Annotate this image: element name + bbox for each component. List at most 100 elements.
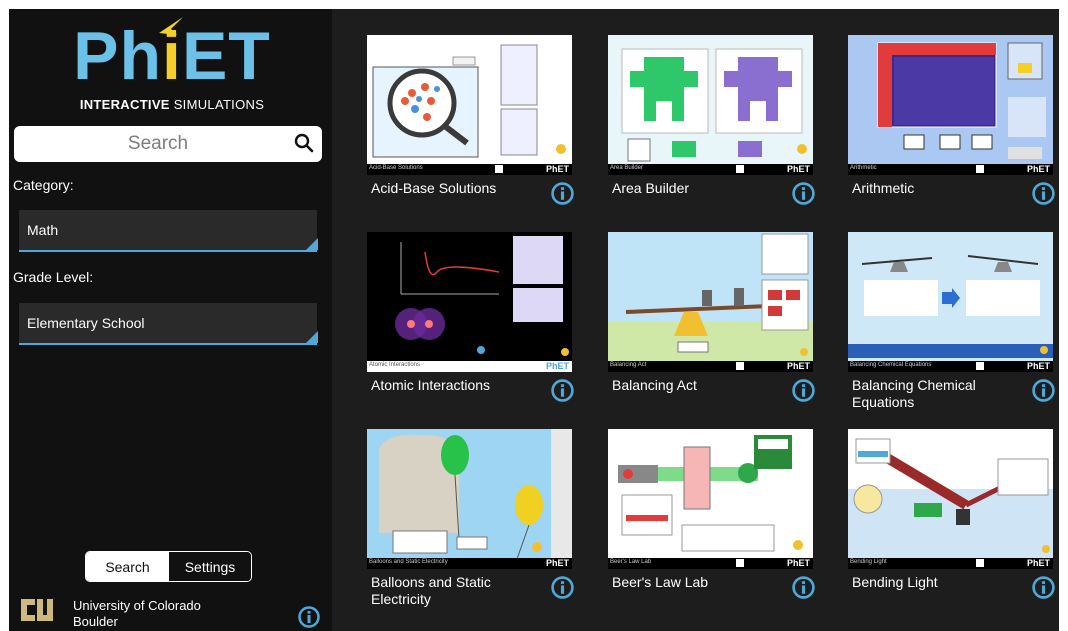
sim-preview-image bbox=[367, 232, 572, 372]
phet-mini-logo: PhET bbox=[1026, 164, 1050, 174]
phet-mini-logo: PhET bbox=[545, 164, 569, 174]
category-select[interactable]: Math bbox=[19, 210, 318, 252]
info-icon[interactable] bbox=[298, 606, 320, 628]
sim-card-atomic-interactions[interactable]: Atomic Interactions PhET Atomic Interact… bbox=[367, 232, 602, 422]
sim-thumbnail[interactable]: Acid-Base Solutions PhET bbox=[367, 35, 572, 175]
sim-card-area-builder[interactable]: Area Builder PhET Area Builder bbox=[608, 35, 843, 225]
phet-mini-logo: PhET bbox=[786, 361, 810, 371]
search-icon[interactable] bbox=[294, 133, 314, 153]
phet-mini-logo: PhET bbox=[1026, 361, 1050, 371]
sim-card-bending-light[interactable]: Bending Light PhET Bending Light bbox=[848, 429, 1059, 619]
sim-thumbnail[interactable]: Bending Light PhET bbox=[848, 429, 1053, 569]
grade-label: Grade Level: bbox=[13, 269, 94, 285]
home-icon bbox=[976, 165, 984, 173]
sim-preview-image bbox=[608, 429, 813, 569]
sim-navbar: Balloons and Static Electricity PhET bbox=[367, 558, 572, 569]
sim-title[interactable]: Area Builder bbox=[612, 180, 787, 197]
sim-card-balancing-act[interactable]: Balancing Act PhET Balancing Act bbox=[608, 232, 843, 422]
sim-preview-image bbox=[848, 429, 1053, 569]
university-logo-icon bbox=[21, 599, 53, 621]
phet-mini-logo: PhET bbox=[545, 361, 569, 371]
sim-preview-image bbox=[608, 232, 813, 372]
info-icon[interactable] bbox=[551, 182, 574, 205]
sim-card-beers-law-lab[interactable]: Beer's Law Lab PhET Beer's Law Lab bbox=[608, 429, 843, 619]
grade-value: Elementary School bbox=[27, 315, 145, 331]
search-box bbox=[14, 126, 322, 162]
info-icon[interactable] bbox=[792, 576, 815, 599]
sim-preview-image bbox=[848, 232, 1053, 372]
sim-card-balancing-chemical-equations[interactable]: Balancing Chemical Equations PhET Balanc… bbox=[848, 232, 1059, 422]
thumb-label: Arithmetic bbox=[850, 165, 877, 171]
home-icon bbox=[976, 362, 984, 370]
phet-logo: PhiET INTERACTIVE SIMULATIONS bbox=[67, 17, 277, 113]
search-input[interactable] bbox=[14, 126, 322, 162]
home-icon bbox=[495, 165, 503, 173]
logo-subtitle: INTERACTIVE SIMULATIONS bbox=[79, 97, 265, 112]
sim-card-arithmetic[interactable]: Arithmetic PhET Arithmetic bbox=[848, 35, 1059, 225]
info-icon[interactable] bbox=[792, 182, 815, 205]
sim-navbar: Beer's Law Lab PhET bbox=[608, 558, 813, 569]
sim-thumbnail[interactable]: Balancing Chemical Equations PhET bbox=[848, 232, 1053, 372]
info-icon[interactable] bbox=[551, 576, 574, 599]
sim-preview-image bbox=[367, 429, 572, 569]
sim-navbar: Acid-Base Solutions PhET bbox=[367, 164, 572, 175]
tab-settings[interactable]: Settings bbox=[169, 552, 251, 581]
app-window: PhiET INTERACTIVE SIMULATIONS Category: … bbox=[9, 9, 1059, 631]
thumb-label: Bending Light bbox=[850, 559, 887, 565]
thumb-label: Balancing Chemical Equations bbox=[850, 362, 932, 368]
sim-title[interactable]: Balloons and Static Electricity bbox=[371, 574, 546, 608]
phet-mini-logo: PhET bbox=[786, 164, 810, 174]
spark-icon bbox=[159, 17, 183, 35]
sidebar: PhiET INTERACTIVE SIMULATIONS Category: … bbox=[9, 9, 332, 631]
sim-card-acid-base-solutions[interactable]: Acid-Base Solutions PhET Acid-Base Solut… bbox=[367, 35, 602, 225]
sim-title[interactable]: Arithmetic bbox=[852, 180, 1027, 197]
thumb-label: Balloons and Static Electricity bbox=[369, 559, 448, 565]
grade-select[interactable]: Elementary School bbox=[19, 303, 318, 345]
sim-thumbnail[interactable]: Arithmetic PhET bbox=[848, 35, 1053, 175]
info-icon[interactable] bbox=[1032, 576, 1055, 599]
home-icon bbox=[736, 559, 744, 567]
sim-title[interactable]: Beer's Law Lab bbox=[612, 574, 787, 591]
thumb-label: Area Builder bbox=[610, 165, 644, 171]
category-value: Math bbox=[27, 222, 59, 238]
sim-navbar: Bending Light PhET bbox=[848, 558, 1053, 569]
sim-navbar: Atomic Interactions PhET bbox=[367, 361, 572, 372]
thumb-label: Balancing Act bbox=[610, 362, 647, 368]
sim-preview-image bbox=[608, 35, 813, 175]
university-name: University of Colorado Boulder bbox=[73, 598, 201, 629]
sim-preview-image bbox=[848, 35, 1053, 175]
sim-title[interactable]: Balancing Act bbox=[612, 377, 787, 394]
sim-thumbnail[interactable]: Area Builder PhET bbox=[608, 35, 813, 175]
phet-mini-logo: PhET bbox=[545, 558, 569, 568]
sim-card-balloons-static[interactable]: Balloons and Static Electricity PhET Bal… bbox=[367, 429, 602, 619]
sim-thumbnail[interactable]: Balancing Act PhET bbox=[608, 232, 813, 372]
info-icon[interactable] bbox=[792, 379, 815, 402]
sim-navbar: Balancing Chemical Equations PhET bbox=[848, 361, 1053, 372]
home-icon bbox=[976, 559, 984, 567]
sim-title[interactable]: Atomic Interactions bbox=[371, 377, 546, 394]
sim-title[interactable]: Balancing Chemical Equations bbox=[852, 377, 1027, 411]
home-icon bbox=[736, 165, 744, 173]
sim-navbar: Area Builder PhET bbox=[608, 164, 813, 175]
thumb-label: Acid-Base Solutions bbox=[369, 165, 423, 171]
info-icon[interactable] bbox=[551, 379, 574, 402]
sim-thumbnail[interactable]: Balloons and Static Electricity PhET bbox=[367, 429, 572, 569]
sim-navbar: Balancing Act PhET bbox=[608, 361, 813, 372]
thumb-label: Atomic Interactions bbox=[369, 362, 421, 368]
sim-navbar: Arithmetic PhET bbox=[848, 164, 1053, 175]
mode-tabs: Search Settings bbox=[85, 551, 252, 582]
category-label: Category: bbox=[13, 177, 74, 193]
phet-mini-logo: PhET bbox=[786, 558, 810, 568]
sim-preview-image bbox=[367, 35, 572, 175]
tab-search[interactable]: Search bbox=[86, 552, 169, 581]
info-icon[interactable] bbox=[1032, 379, 1055, 402]
phet-mini-logo: PhET bbox=[1026, 558, 1050, 568]
info-icon[interactable] bbox=[1032, 182, 1055, 205]
sim-thumbnail[interactable]: Atomic Interactions PhET bbox=[367, 232, 572, 372]
sim-thumbnail[interactable]: Beer's Law Lab PhET bbox=[608, 429, 813, 569]
sim-title[interactable]: Bending Light bbox=[852, 574, 1027, 591]
home-icon bbox=[736, 362, 744, 370]
dropdown-corner-icon bbox=[306, 238, 318, 250]
dropdown-corner-icon bbox=[306, 331, 318, 343]
sim-title[interactable]: Acid-Base Solutions bbox=[371, 180, 546, 197]
